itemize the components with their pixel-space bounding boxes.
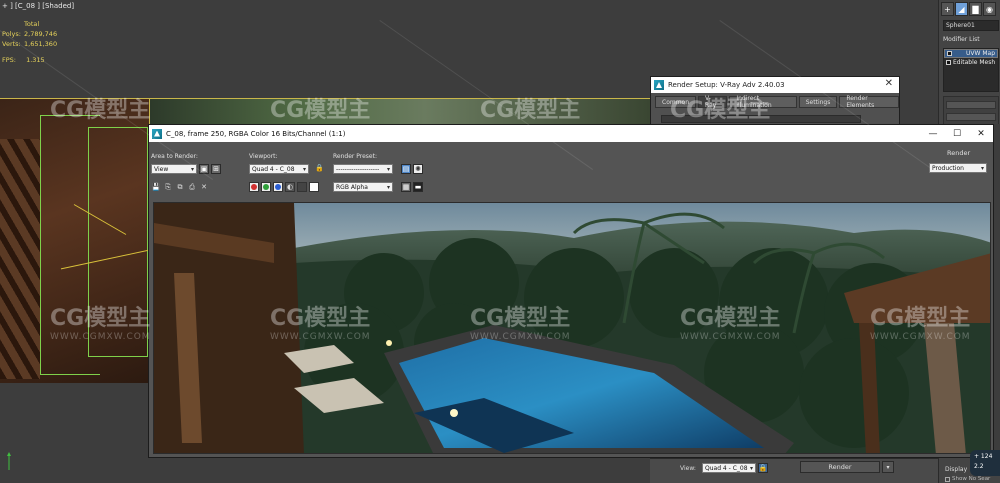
modifier-stack: UVW Map Editable Mesh xyxy=(943,48,999,92)
auto-region-icon[interactable]: ⊞ xyxy=(211,164,221,174)
motion-tab[interactable]: ◉ xyxy=(983,2,996,16)
clone-window-icon[interactable]: ⧉ xyxy=(175,182,185,192)
frame-buffer-title: C_08, frame 250, RGBA Color 16 Bits/Chan… xyxy=(166,129,346,138)
command-panel-tabs: + ◢ ▇ ◉ xyxy=(939,2,1000,16)
channel-toggles: ◐ xyxy=(249,182,319,192)
mono-toggle-icon[interactable] xyxy=(297,182,307,192)
area-to-render-select[interactable]: View ▾ xyxy=(151,164,197,174)
render-preset-select[interactable]: -------------------- ▾ xyxy=(333,164,393,174)
blue-channel-toggle[interactable] xyxy=(273,182,283,192)
view-label: View: xyxy=(680,465,696,472)
modify-tab[interactable]: ◢ xyxy=(955,2,968,16)
select-value: RGB Alpha xyxy=(336,183,368,191)
print-icon[interactable]: ⎙ xyxy=(187,182,197,192)
render-button[interactable]: Render xyxy=(947,149,970,157)
toggle-icon[interactable] xyxy=(947,51,952,56)
red-channel-toggle[interactable] xyxy=(249,182,259,192)
lock-icon[interactable]: 🔒 xyxy=(315,164,324,172)
red-channel-icon xyxy=(251,184,257,190)
select-value: Quad 4 - C_08 xyxy=(252,165,295,173)
close-button[interactable]: ✕ xyxy=(885,78,893,89)
environment-icon[interactable]: ✺ xyxy=(413,164,423,174)
render-button[interactable]: Render xyxy=(800,461,880,473)
maximize-button[interactable]: ☐ xyxy=(945,125,969,142)
chevron-down-icon: ▾ xyxy=(980,164,984,172)
render-setup-dialog: Render Setup: V-Ray Adv 2.40.03 ✕ Common… xyxy=(650,76,900,126)
swatch-icon[interactable] xyxy=(309,182,319,192)
select-value: View xyxy=(154,165,169,173)
close-button[interactable]: ✕ xyxy=(969,125,993,142)
object-name-field[interactable]: Sphere01 xyxy=(943,20,999,31)
render-setup-titlebar[interactable]: Render Setup: V-Ray Adv 2.40.03 ✕ xyxy=(651,77,899,93)
toggle-icon[interactable] xyxy=(946,60,951,65)
show-label: Show No Sear xyxy=(952,476,991,482)
create-tab[interactable]: + xyxy=(941,2,954,16)
display-icon[interactable]: ▦ xyxy=(401,182,411,192)
render-setup-tabs: Common V-Ray Indirect illumination Setti… xyxy=(655,95,899,109)
tab-common[interactable]: Common xyxy=(655,96,697,108)
chevron-down-icon: ▾ xyxy=(302,165,306,173)
frame-buffer-side-strip xyxy=(994,124,1000,458)
modifier-item[interactable]: Editable Mesh xyxy=(944,58,998,67)
tab-render-elements[interactable]: Render Elements xyxy=(839,95,899,109)
monochrome-icon[interactable]: ▬ xyxy=(413,182,423,192)
chevron-down-icon: ▾ xyxy=(386,183,390,191)
select-value: Quad 4 - C_08 xyxy=(705,464,748,472)
stat-key xyxy=(2,19,18,29)
tab-vray[interactable]: V-Ray xyxy=(698,95,728,109)
display-label: Display xyxy=(945,466,968,473)
blue-channel-icon xyxy=(275,184,281,190)
frame-buffer-toolbar: 💾 ⎘ ⧉ ⎙ ✕ xyxy=(151,182,209,192)
lock-view-icon[interactable]: 🔒 xyxy=(758,463,768,473)
tab-indirect-illumination[interactable]: Indirect illumination xyxy=(729,95,797,109)
rendered-image xyxy=(153,202,991,454)
viewport-stats: Total Polys: 2,789,746 Verts: 1,651,360 xyxy=(2,19,57,49)
chevron-down-icon: ▾ xyxy=(386,165,390,173)
show-option[interactable]: Show No Sear xyxy=(945,476,990,482)
minimize-button[interactable]: — xyxy=(921,125,945,142)
render-preset-label: Render Preset: xyxy=(333,153,377,160)
nav-badge[interactable]: + 124 2.2 xyxy=(970,450,1000,476)
rollout-header[interactable] xyxy=(661,115,861,123)
green-channel-icon xyxy=(263,184,269,190)
copy-image-icon[interactable]: ⎘ xyxy=(163,182,173,192)
checkbox[interactable] xyxy=(945,476,950,482)
select-value: -------------------- xyxy=(336,165,380,173)
render-setup-title: Render Setup: V-Ray Adv 2.40.03 xyxy=(668,81,785,89)
viewport-scene xyxy=(0,98,150,383)
render-mode-select[interactable]: Production ▾ xyxy=(929,163,987,173)
fps-label: FPS: xyxy=(2,56,16,64)
chevron-down-icon: ▾ xyxy=(749,464,753,472)
nav-line: 2.2 xyxy=(974,463,984,470)
render-setup-footer: View: Quad 4 - C_08 ▾ 🔒 Render ▾ xyxy=(650,458,938,483)
stat-value: Total xyxy=(24,20,40,28)
stat-value: 2,789,746 xyxy=(24,30,58,38)
render-dropdown-icon[interactable]: ▾ xyxy=(882,461,894,473)
vray-logo-icon xyxy=(654,80,664,90)
view-select[interactable]: Quad 4 - C_08 ▾ xyxy=(702,463,756,473)
modifier-label: UVW Map xyxy=(966,50,995,57)
save-image-icon[interactable]: 💾 xyxy=(151,182,161,192)
viewport-select[interactable]: Quad 4 - C_08 ▾ xyxy=(249,164,309,174)
clear-icon[interactable]: ✕ xyxy=(199,182,209,192)
viewport-label: Viewport: xyxy=(249,153,278,160)
axis-gizmo-icon xyxy=(4,452,14,470)
viewport-label[interactable]: + ] [C_08 ] [Shaded] xyxy=(2,2,74,10)
green-channel-toggle[interactable] xyxy=(261,182,271,192)
stat-value: 1,651,360 xyxy=(24,40,58,48)
select-value: Production xyxy=(932,164,964,172)
rollout-bar[interactable] xyxy=(946,113,996,121)
channel-select[interactable]: RGB Alpha ▾ xyxy=(333,182,393,192)
viewport-scene-strip xyxy=(150,98,650,126)
alpha-toggle-icon[interactable]: ◐ xyxy=(285,182,295,192)
hierarchy-tab[interactable]: ▇ xyxy=(969,2,982,16)
frame-buffer-window: C_08, frame 250, RGBA Color 16 Bits/Chan… xyxy=(148,124,994,458)
modifier-list-dropdown[interactable]: Modifier List xyxy=(943,36,980,43)
nav-line: + 124 xyxy=(974,453,993,460)
render-setup-icon[interactable]: ▤ xyxy=(401,164,411,174)
rollout-bar[interactable] xyxy=(946,101,996,109)
modifier-item[interactable]: UVW Map xyxy=(944,49,998,58)
frame-buffer-titlebar[interactable]: C_08, frame 250, RGBA Color 16 Bits/Chan… xyxy=(149,125,993,142)
modifier-label: Editable Mesh xyxy=(953,59,996,66)
